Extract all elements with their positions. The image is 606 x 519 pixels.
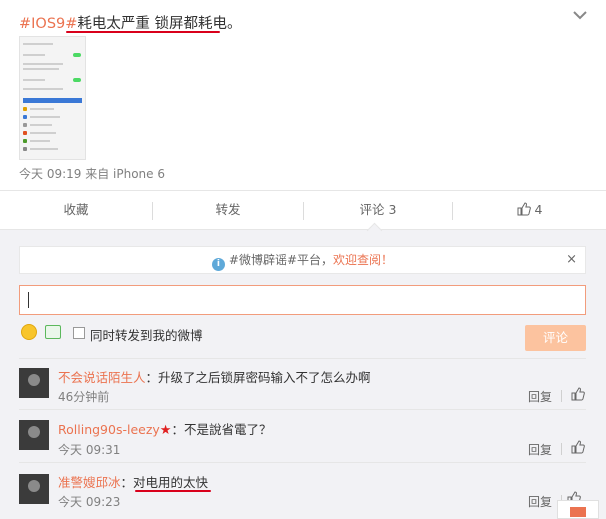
post-body: 耗电太严重 锁屏都耗电。: [77, 16, 242, 32]
comment-count: 3: [388, 202, 397, 217]
rumor-notice-bar: i #微博辟谣#平台，欢迎查阅！ ×: [19, 246, 586, 274]
comment-text: ：对电用的太快: [120, 475, 209, 490]
repost-button[interactable]: 转发: [153, 191, 303, 229]
divider: [19, 409, 586, 410]
thumbs-up-icon: [517, 202, 531, 216]
avatar[interactable]: [19, 368, 49, 398]
reply-button[interactable]: 回复: [528, 441, 552, 458]
comment-line: Rolling90s-leezy★：不是說省電了？: [58, 419, 271, 438]
post-meta: 今天 09:19 来自 iPhone 6: [19, 167, 165, 181]
post-hashtag[interactable]: #IOS9#: [19, 16, 77, 32]
envelope-icon: [570, 507, 586, 517]
divider: [19, 358, 586, 359]
avatar[interactable]: [19, 474, 49, 504]
comment-line: 准警嫂邱冰：对电用的太快: [58, 472, 208, 491]
comment-username[interactable]: 准警嫂邱冰: [58, 475, 121, 490]
info-icon: i: [211, 258, 225, 271]
repost-checkbox-label: 同时转发到我的微博: [90, 328, 203, 343]
comment-username[interactable]: 不会说话陌生人: [58, 370, 146, 385]
post-action-bar: 收藏 转发 评论 3 4: [0, 190, 606, 230]
comment-input[interactable]: [19, 285, 586, 315]
comment-time: 46分钟前: [58, 390, 110, 404]
text-cursor: [28, 292, 29, 308]
comment-text: ：升级了之后锁屏密码输入不了怎么办啊: [145, 370, 371, 385]
emoji-icon[interactable]: [21, 324, 37, 340]
post-image-thumbnail[interactable]: [19, 36, 86, 160]
thumbs-up-icon[interactable]: [571, 440, 585, 454]
image-icon[interactable]: [45, 325, 61, 339]
comment-username[interactable]: Rolling90s-leezy: [58, 422, 160, 437]
message-float-button[interactable]: [557, 500, 599, 519]
like-button[interactable]: 4: [453, 191, 606, 229]
post-text: #IOS9#耗电太严重 锁屏都耗电。: [19, 12, 242, 33]
close-icon[interactable]: ×: [566, 247, 577, 273]
comment-time: 今天 09:31: [58, 443, 121, 457]
submit-comment-button[interactable]: 评论: [525, 325, 586, 351]
comment-line: 不会说话陌生人：升级了之后锁屏密码输入不了怎么办啊: [58, 367, 371, 386]
like-count: 4: [534, 202, 543, 217]
favorite-button[interactable]: 收藏: [0, 191, 152, 229]
comment-text: ：不是說省電了？: [171, 422, 272, 437]
comment-tab-button[interactable]: 评论 3: [304, 191, 452, 229]
repost-checkbox[interactable]: [73, 327, 85, 339]
chevron-down-icon[interactable]: [571, 6, 589, 24]
notice-link[interactable]: 欢迎查阅！: [333, 253, 393, 267]
annotation-underline: [135, 490, 211, 492]
annotation-underline: [66, 31, 220, 33]
thumbs-up-icon[interactable]: [571, 387, 585, 401]
notice-text: #微博辟谣#平台，: [228, 253, 334, 267]
avatar[interactable]: [19, 420, 49, 450]
reply-button[interactable]: 回复: [528, 493, 552, 510]
comment-label: 评论: [359, 202, 385, 217]
comment-time: 今天 09:23: [58, 495, 121, 509]
divider: [19, 462, 586, 463]
member-badge-icon: ★: [159, 423, 172, 438]
reply-button[interactable]: 回复: [528, 388, 552, 405]
favorite-label: 收藏: [63, 202, 89, 217]
repost-label: 转发: [215, 202, 241, 217]
